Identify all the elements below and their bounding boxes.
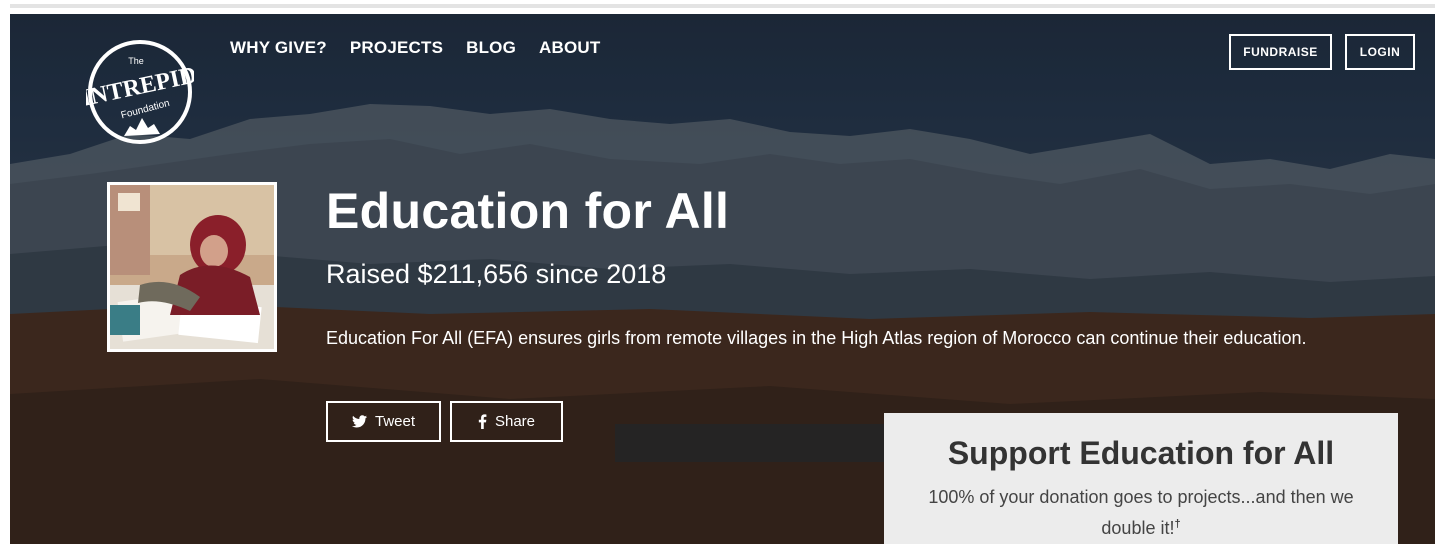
svg-text:The: The — [128, 56, 144, 66]
raised-amount: Raised $211,656 since 2018 — [326, 259, 667, 289]
nav-projects[interactable]: PROJECTS — [350, 38, 443, 58]
intrepid-foundation-logo[interactable]: The INTREPID Foundation — [86, 38, 194, 146]
fundraise-button[interactable]: FUNDRAISE — [1229, 34, 1332, 70]
tweet-label: Tweet — [374, 413, 416, 430]
page-title: Education for All — [326, 183, 730, 239]
nav-why-give[interactable]: WHY GIVE? — [230, 38, 327, 58]
hero-banner: The INTREPID Foundation WHY GIVE? PROJEC… — [10, 14, 1435, 544]
footnote-mark: † — [1174, 518, 1181, 530]
tweet-button[interactable]: Tweet — [326, 401, 441, 442]
support-body-text: 100% of your donation goes to projects..… — [928, 487, 1354, 538]
project-photo — [107, 182, 277, 352]
nav-blog[interactable]: BLOG — [466, 38, 516, 58]
support-panel: Support Education for All 100% of your d… — [884, 413, 1398, 544]
twitter-bird-icon — [351, 415, 367, 428]
login-button[interactable]: LOGIN — [1345, 34, 1415, 70]
share-label: Share — [494, 413, 536, 430]
student-photo-illustration — [110, 185, 274, 349]
top-divider — [10, 4, 1435, 8]
support-body: 100% of your donation goes to projects..… — [906, 484, 1376, 542]
share-button[interactable]: Share — [450, 401, 563, 442]
project-description: Education For All (EFA) ensures girls fr… — [326, 328, 1307, 348]
nav-about[interactable]: ABOUT — [539, 38, 600, 58]
main-nav: WHY GIVE? PROJECTS BLOG ABOUT — [230, 38, 601, 58]
support-heading: Support Education for All — [947, 435, 1335, 471]
facebook-f-icon — [478, 414, 487, 429]
top-strip — [0, 0, 1435, 14]
